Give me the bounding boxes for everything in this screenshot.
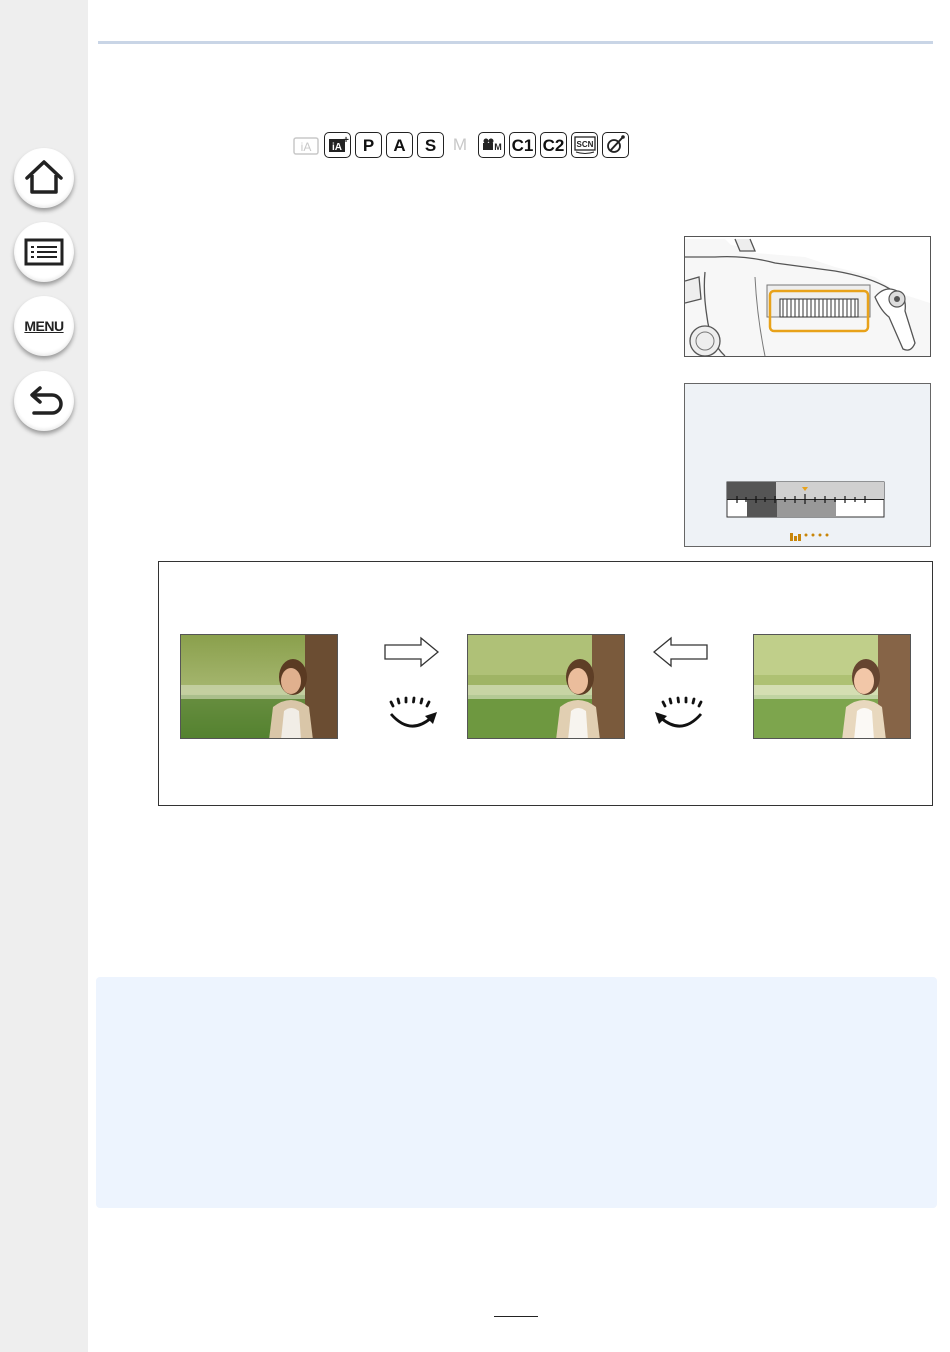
dial-rotate-right-icon bbox=[389, 696, 437, 728]
back-arrow-icon bbox=[30, 386, 63, 415]
home-button[interactable] bbox=[14, 148, 74, 208]
contents-button[interactable] bbox=[14, 222, 74, 282]
photo-darker bbox=[180, 634, 338, 739]
camera-dial-illustration bbox=[684, 236, 931, 357]
mode-c2-icon: C2 bbox=[540, 132, 567, 158]
header-rule bbox=[98, 41, 933, 44]
svg-text:SCN: SCN bbox=[576, 140, 593, 149]
page-number bbox=[494, 1300, 538, 1317]
mode-p-icon: P bbox=[355, 132, 382, 158]
mode-ia-icon: iA bbox=[292, 132, 320, 158]
menu-button[interactable]: MENU bbox=[14, 296, 74, 356]
menu-label: MENU bbox=[24, 318, 64, 334]
mode-c1-icon: C1 bbox=[509, 132, 536, 158]
photo-brighter bbox=[753, 634, 911, 739]
comparison-panel bbox=[158, 561, 933, 806]
mode-creative-video-icon: M bbox=[478, 132, 505, 158]
right-arrow-icon bbox=[384, 636, 440, 668]
list-icon bbox=[24, 238, 64, 266]
mode-s-icon: S bbox=[417, 132, 444, 158]
mode-m-icon: M bbox=[448, 132, 472, 158]
mode-a-icon: A bbox=[386, 132, 413, 158]
note-box bbox=[96, 977, 937, 1208]
svg-text:+: + bbox=[343, 135, 349, 146]
exposure-meter-screen bbox=[684, 383, 931, 547]
mode-scn-icon: SCN bbox=[571, 132, 598, 158]
dial-rotate-left-icon bbox=[655, 696, 703, 728]
svg-text:M: M bbox=[494, 142, 502, 152]
svg-text:iA: iA bbox=[332, 142, 342, 153]
home-icon bbox=[25, 160, 63, 194]
mode-ia-plus-icon: iA + bbox=[324, 132, 351, 158]
svg-text:iA: iA bbox=[301, 140, 312, 154]
back-button[interactable] bbox=[14, 371, 74, 431]
photo-standard bbox=[467, 634, 625, 739]
mode-creative-control-icon bbox=[602, 132, 629, 158]
left-arrow-icon bbox=[652, 636, 708, 668]
sidebar: MENU bbox=[0, 0, 88, 1352]
